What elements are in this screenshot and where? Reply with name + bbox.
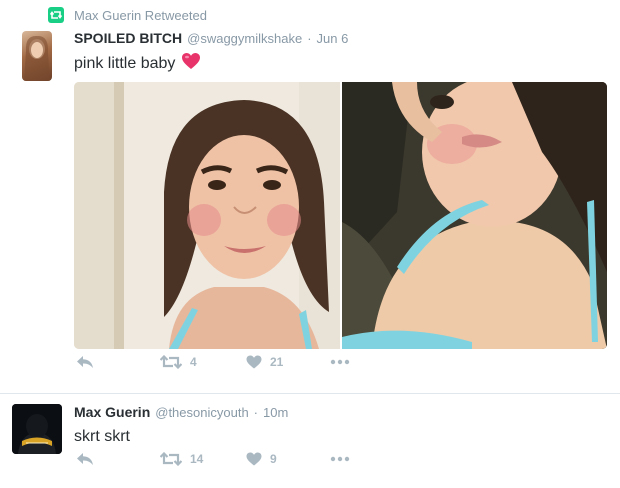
timestamp[interactable]: Jun 6 (317, 31, 349, 46)
display-name[interactable]: SPOILED BITCH (74, 30, 182, 46)
tweet-photo[interactable] (342, 82, 607, 349)
tweet-media[interactable] (74, 82, 607, 349)
reply-icon (76, 452, 94, 466)
retweet-icon (160, 355, 182, 369)
avatar[interactable] (12, 404, 62, 454)
retweet-button[interactable]: 4 (160, 355, 197, 369)
retweet-count: 4 (190, 355, 197, 369)
tweet-text: pink little baby (74, 52, 201, 75)
retweet-context[interactable]: Max Guerin Retweeted (48, 6, 207, 24)
more-icon (330, 456, 350, 462)
like-button[interactable]: 21 (246, 355, 283, 369)
retweet-icon (160, 452, 182, 466)
avatar[interactable] (22, 31, 52, 81)
like-count: 21 (270, 355, 284, 369)
retweet-count: 14 (190, 452, 204, 466)
tweet-photo[interactable] (74, 82, 340, 349)
timestamp[interactable]: 10m (263, 405, 288, 420)
separator: · (307, 31, 312, 46)
heart-icon (246, 452, 262, 466)
like-count: 9 (270, 452, 277, 466)
reply-button[interactable] (76, 355, 94, 369)
retweet-button[interactable]: 14 (160, 452, 203, 466)
tweet-body: skrt skrt (74, 428, 130, 445)
tweet-divider (0, 393, 620, 394)
pink-heart-emoji (181, 52, 201, 75)
like-button[interactable]: 9 (246, 452, 277, 466)
retweet-icon (48, 7, 64, 23)
reply-icon (76, 355, 94, 369)
heart-icon (246, 355, 262, 369)
tweet-header: Max Guerin @thesonicyouth · 10m (74, 404, 288, 420)
handle[interactable]: @thesonicyouth (155, 405, 248, 420)
tweet-text: skrt skrt (74, 428, 130, 446)
handle[interactable]: @swaggymilkshake (187, 31, 302, 46)
retweet-context-label[interactable]: Max Guerin Retweeted (74, 8, 207, 23)
more-button[interactable] (330, 456, 350, 462)
reply-button[interactable] (76, 452, 94, 466)
display-name[interactable]: Max Guerin (74, 404, 150, 420)
tweet-body: pink little baby (74, 54, 176, 72)
tweet-header: SPOILED BITCH @swaggymilkshake · Jun 6 (74, 30, 348, 46)
timeline: Max Guerin Retweeted SPOILED BITCH @swag… (0, 0, 620, 488)
separator: · (253, 405, 259, 420)
more-button[interactable] (330, 359, 350, 365)
more-icon (330, 359, 350, 365)
